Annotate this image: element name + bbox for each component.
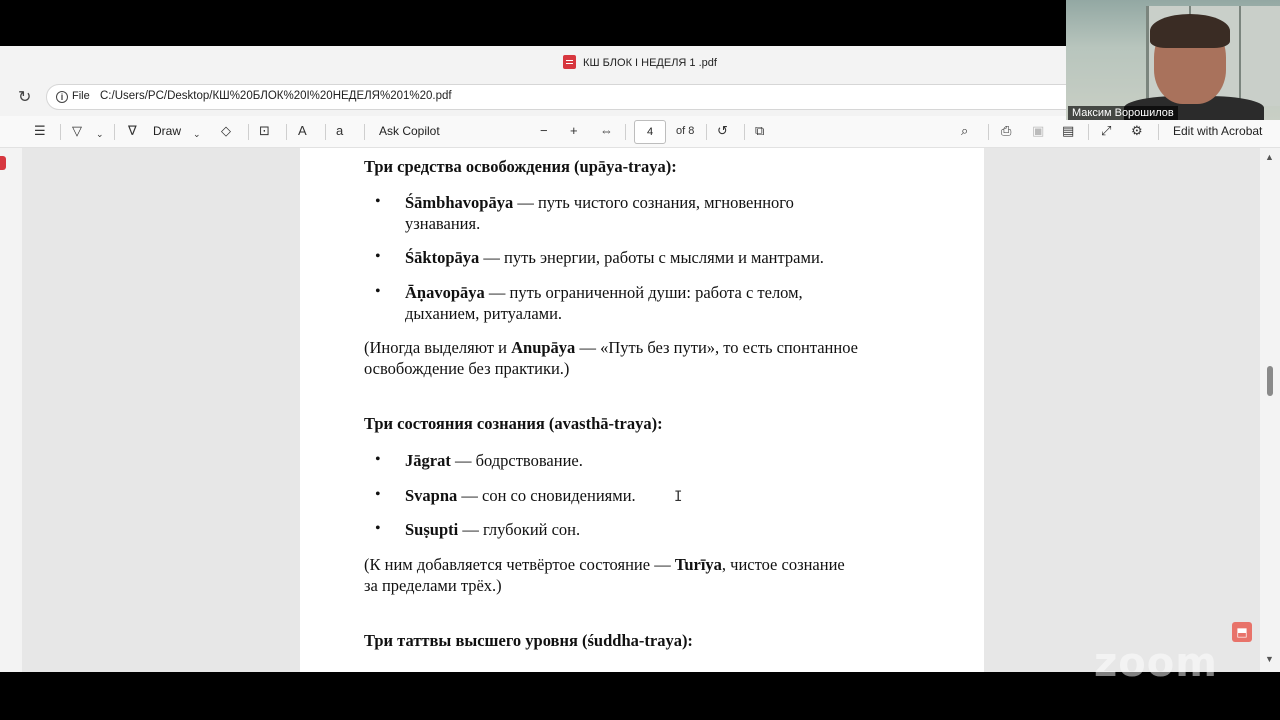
participant-name: Максим Ворошилов xyxy=(1068,106,1178,120)
term: Śāktopāya xyxy=(405,248,480,267)
list-item: Suṣupti — глубокий сон. xyxy=(405,520,581,539)
acrobat-float-icon[interactable]: ⬒ xyxy=(1232,622,1252,642)
paragraph-continuation: освобождение без практики.) xyxy=(364,359,570,378)
chevron-down-icon[interactable]: ⌄ xyxy=(193,125,201,143)
fullscreen-icon[interactable]: ⤢ xyxy=(1101,122,1111,140)
fit-width-icon[interactable]: ⇔ xyxy=(600,122,613,140)
list-item-continuation: узнавания. xyxy=(405,214,481,233)
paragraph: (К ним добавляется четвёртое состояние —… xyxy=(364,555,845,574)
toolbar-divider xyxy=(706,124,707,140)
list-item: Śāktopāya — путь энергии, работы с мысля… xyxy=(405,248,824,267)
bullet: • xyxy=(375,520,381,537)
text-cursor-icon: I xyxy=(674,489,683,505)
print-icon[interactable]: ⎙ xyxy=(1001,122,1011,140)
section-heading: Три средства освобождения (upāya-traya): xyxy=(364,157,677,176)
toolbar-divider xyxy=(325,124,326,140)
translate-icon[interactable]: a xyxy=(336,122,343,140)
zoom-watermark: zoom xyxy=(1094,640,1218,686)
info-icon[interactable]: i xyxy=(56,91,68,103)
pdf-viewer: Три средства освобождения (upāya-traya):… xyxy=(22,148,1260,672)
scroll-down-icon[interactable]: ▼ xyxy=(1265,654,1274,664)
section-heading: Три таттвы высшего уровня (śuddha-traya)… xyxy=(364,631,693,650)
paragraph-continuation: за пределами трёх.) xyxy=(364,576,502,595)
bullet: • xyxy=(375,486,381,503)
term: Turīya xyxy=(674,555,722,574)
pdf-page: Три средства освобождения (upāya-traya):… xyxy=(300,148,984,672)
ask-copilot-button[interactable]: Ask Copilot xyxy=(379,124,440,138)
list-item-continuation: дыханием, ритуалами. xyxy=(405,304,563,323)
toolbar-divider xyxy=(286,124,287,140)
contents-list-icon[interactable]: ☰ xyxy=(34,122,46,140)
zoom-out-icon[interactable]: − xyxy=(540,122,548,140)
toolbar-divider xyxy=(60,124,61,140)
term: Jāgrat xyxy=(405,451,451,470)
page-view-icon[interactable]: ⧉ xyxy=(755,122,764,140)
edit-with-acrobat-button[interactable]: Edit with Acrobat xyxy=(1173,124,1262,138)
toolbar-divider xyxy=(1088,124,1089,140)
save-icon[interactable]: ▣ xyxy=(1032,122,1044,140)
chevron-down-icon[interactable]: ⌄ xyxy=(96,125,104,143)
toolbar-divider xyxy=(364,124,365,140)
toolbar-divider xyxy=(625,124,626,140)
acrobat-icon[interactable] xyxy=(0,156,6,170)
text-box-icon[interactable]: ⊡ xyxy=(259,122,270,140)
toolbar-divider xyxy=(114,124,115,140)
paragraph: (Иногда выделяют и Anupāya — «Путь без п… xyxy=(364,338,858,357)
video-person-hair xyxy=(1150,14,1230,48)
page-total: of 8 xyxy=(676,125,695,137)
url-field[interactable]: i File C:/Users/PC/Desktop/КШ%20БЛОК%20I… xyxy=(46,84,1116,110)
read-aloud-icon[interactable]: A xyxy=(298,122,307,140)
bullet: • xyxy=(375,248,381,265)
toolbar-divider xyxy=(1158,124,1159,140)
list-item: Āṇavopāya — путь ограниченной души: рабо… xyxy=(405,283,803,302)
toolbar-divider xyxy=(248,124,249,140)
term: Āṇavopāya xyxy=(405,283,485,302)
reload-icon[interactable]: ↻ xyxy=(18,87,31,107)
rotate-icon[interactable]: ↺ xyxy=(717,122,728,140)
toolbar-divider xyxy=(744,124,745,140)
draw-icon[interactable]: ∇ xyxy=(128,122,137,140)
scroll-up-icon[interactable]: ▲ xyxy=(1265,152,1274,162)
toolbar-divider xyxy=(988,124,989,140)
browser-window: КШ БЛОК I НЕДЕЛЯ 1 .pdf ↻ i File C:/User… xyxy=(0,46,1280,672)
screen-bottom-bar xyxy=(0,672,1280,720)
zoom-in-icon[interactable]: + xyxy=(570,122,578,140)
scrollbar-thumb[interactable] xyxy=(1267,366,1273,396)
pdf-toolbar: ☰ ▽ ⌄ ∇ Draw ⌄ ◇ ⊡ A a Ask Copilot − + ⇔… xyxy=(0,116,1280,148)
pdf-file-icon xyxy=(563,55,577,69)
bullet: • xyxy=(375,451,381,468)
left-sidebar-strip xyxy=(0,148,22,672)
participant-video[interactable]: Максим Ворошилов xyxy=(1066,0,1280,120)
gear-icon[interactable]: ⚙ xyxy=(1131,122,1143,140)
term: Śāmbhavopāya xyxy=(405,193,514,212)
eraser-icon[interactable]: ◇ xyxy=(221,122,231,140)
list-item: Svapna — сон со сновидениями. xyxy=(405,486,636,505)
list-item: Śāmbhavopāya — путь чистого сознания, мг… xyxy=(405,193,794,212)
bullet: • xyxy=(375,283,381,300)
save-as-icon[interactable]: ▤ xyxy=(1062,122,1074,140)
list-item: Jāgrat — бодрствование. xyxy=(405,451,583,470)
highlight-icon[interactable]: ▽ xyxy=(72,122,82,140)
term: Anupāya xyxy=(511,338,576,357)
section-heading: Три состояния сознания (avasthā-traya): xyxy=(364,414,663,433)
search-icon[interactable]: ⌕ xyxy=(961,122,968,140)
draw-button[interactable]: Draw xyxy=(153,124,181,138)
vertical-scrollbar[interactable]: ▲ ▼ xyxy=(1262,148,1280,672)
page-number-input[interactable]: 4 xyxy=(634,120,666,144)
url-text[interactable]: C:/Users/PC/Desktop/КШ%20БЛОК%20I%20НЕДЕ… xyxy=(100,90,452,102)
bullet: • xyxy=(375,193,381,210)
url-scheme-label: File xyxy=(72,90,90,102)
term: Suṣupti xyxy=(405,520,459,539)
term: Svapna xyxy=(405,486,458,505)
